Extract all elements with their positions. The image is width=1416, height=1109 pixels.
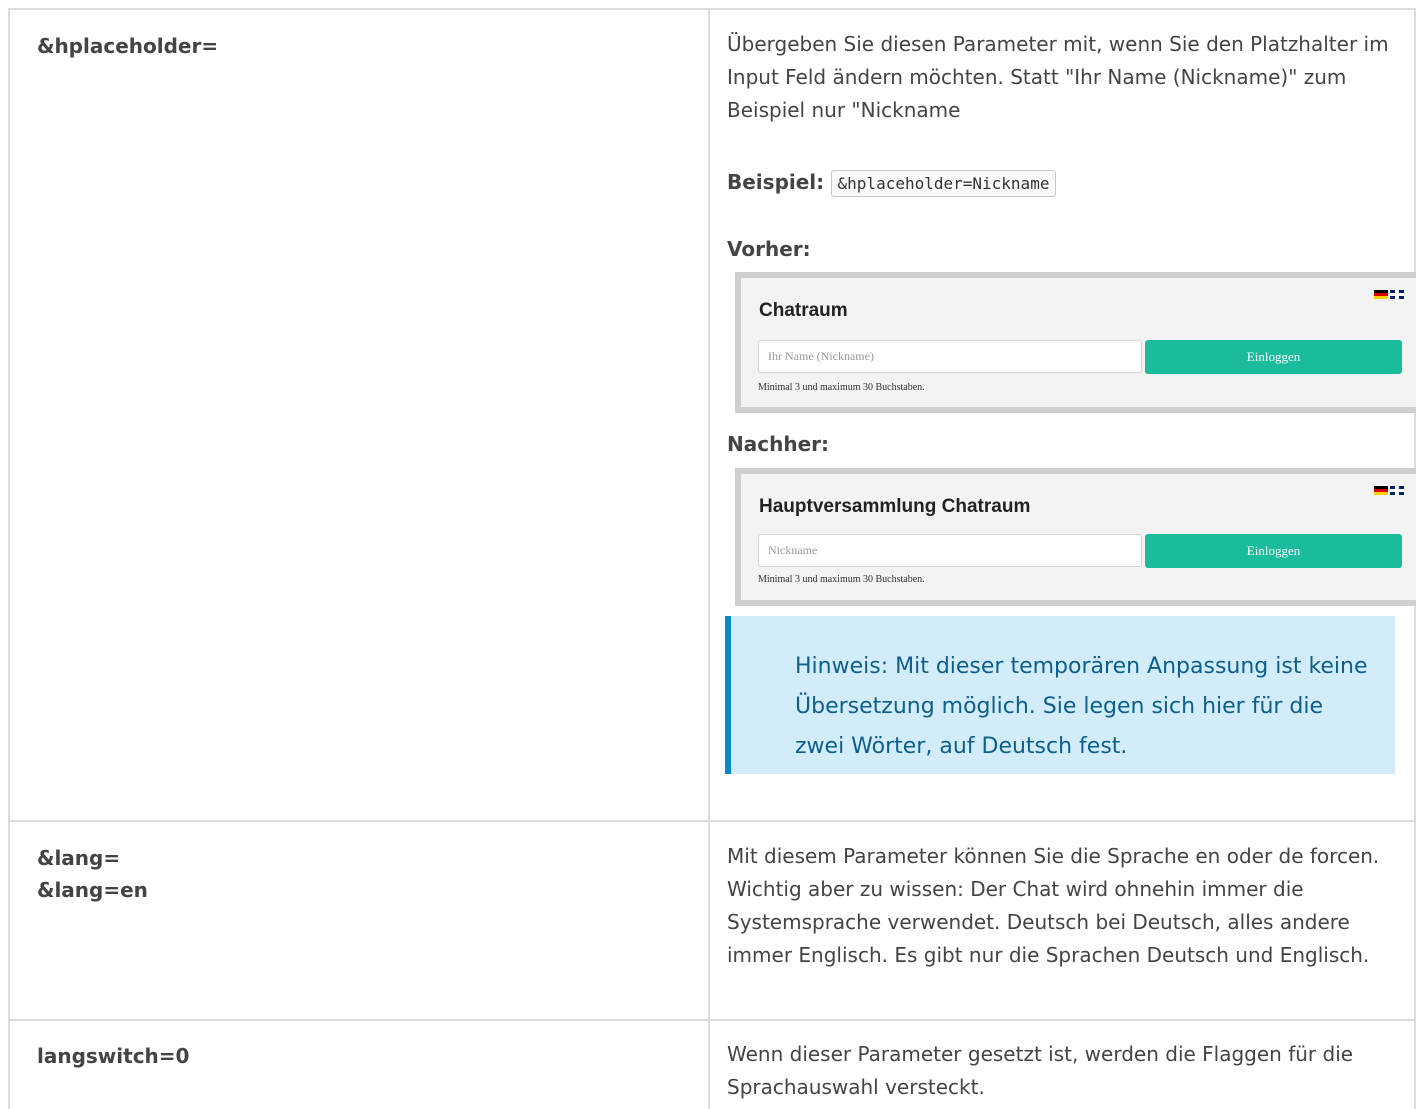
info-callout: Hinweis: Mit dieser temporären Anpassung… xyxy=(725,616,1395,774)
param-description: Mit diesem Parameter können Sie die Spra… xyxy=(727,844,1380,967)
param-name: &lang= xyxy=(37,846,121,870)
param-description: Wenn dieser Parameter gesetzt ist, werde… xyxy=(727,1042,1354,1099)
before-screenshot: Chatraum Ihr Name (Nickname) Einloggen M… xyxy=(735,272,1416,413)
login-button: Einloggen xyxy=(1145,534,1402,568)
language-flags xyxy=(1374,290,1404,299)
after-screenshot: Hauptversammlung Chatraum Nickname Einlo… xyxy=(735,468,1416,606)
example-code: &hplaceholder=Nickname xyxy=(830,170,1057,197)
table-column-divider xyxy=(708,8,710,1109)
before-label: Vorher: xyxy=(727,237,811,261)
gb-flag-icon xyxy=(1390,290,1404,299)
nickname-input: Ihr Name (Nickname) xyxy=(758,340,1142,373)
after-label: Nachher: xyxy=(727,432,829,456)
language-flags xyxy=(1374,486,1404,495)
chat-title: Chatraum xyxy=(759,300,848,321)
length-hint: Minimal 3 und maximum 30 Buchstaben. xyxy=(758,382,925,393)
info-callout-text: Hinweis: Mit dieser temporären Anpassung… xyxy=(795,654,1368,759)
gb-flag-icon xyxy=(1390,486,1404,495)
param-description: Übergeben Sie diesen Parameter mit, wenn… xyxy=(727,32,1389,122)
table-border-left xyxy=(8,8,10,1109)
param-name: &hplaceholder= xyxy=(37,34,219,58)
example-label: Beispiel: xyxy=(727,170,825,194)
example-line: Beispiel: &hplaceholder=Nickname xyxy=(727,166,1327,200)
nickname-input: Nickname xyxy=(758,534,1142,567)
de-flag-icon xyxy=(1374,486,1388,495)
login-button: Einloggen xyxy=(1145,340,1402,374)
de-flag-icon xyxy=(1374,290,1388,299)
table-row-divider xyxy=(8,820,1416,822)
param-name: langswitch=0 xyxy=(37,1044,190,1068)
parameter-table: &hplaceholder= Übergeben Sie diesen Para… xyxy=(0,0,1416,1109)
table-row-divider xyxy=(8,1019,1416,1021)
table-border-top xyxy=(8,8,1416,10)
chat-title: Hauptversammlung Chatraum xyxy=(759,496,1031,517)
length-hint: Minimal 3 und maximum 30 Buchstaben. xyxy=(758,574,925,585)
param-name: &lang=en xyxy=(37,878,148,902)
